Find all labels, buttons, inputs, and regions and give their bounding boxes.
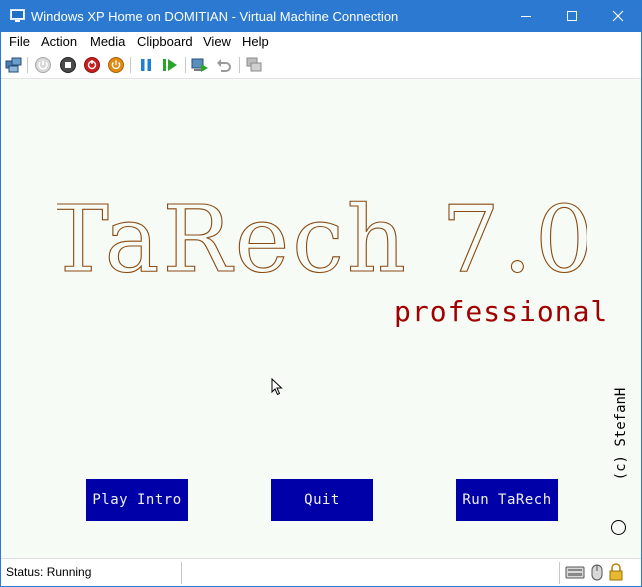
tarech-logo-title: TaRech 7.0 bbox=[57, 189, 587, 289]
play-intro-button[interactable]: Play Intro bbox=[86, 479, 188, 521]
resume-icon bbox=[163, 59, 177, 71]
menu-clipboard[interactable]: Clipboard bbox=[137, 34, 193, 50]
window-title: Windows XP Home on DOMITIAN - Virtual Ma… bbox=[31, 9, 399, 24]
pause-icon bbox=[141, 59, 151, 71]
run-tarech-button[interactable]: Run TaRech bbox=[456, 479, 558, 521]
mouse-cursor-icon bbox=[271, 378, 283, 396]
title-bar[interactable]: Windows XP Home on DOMITIAN - Virtual Ma… bbox=[1, 1, 641, 32]
maximize-button[interactable] bbox=[549, 1, 595, 32]
enhanced-session-icon bbox=[246, 57, 262, 72]
resume-button[interactable] bbox=[161, 56, 179, 74]
start-icon bbox=[35, 57, 51, 73]
toolbar-separator bbox=[185, 57, 186, 73]
status-separator bbox=[181, 562, 182, 584]
toolbar-separator bbox=[130, 57, 131, 73]
revert-icon bbox=[217, 59, 231, 72]
copyright-notice: (c) StefanH bbox=[606, 379, 636, 489]
logo-subtitle: professional bbox=[394, 295, 609, 328]
menu-help[interactable]: Help bbox=[242, 34, 269, 50]
menu-view[interactable]: View bbox=[203, 34, 231, 50]
turn-off-icon bbox=[60, 57, 76, 73]
menu-bar: File Action Media Clipboard View Help bbox=[1, 32, 641, 52]
vm-connection-window: Windows XP Home on DOMITIAN - Virtual Ma… bbox=[0, 0, 642, 587]
ctrl-alt-del-button[interactable] bbox=[5, 56, 23, 74]
shut-down-button[interactable] bbox=[83, 56, 101, 74]
start-button[interactable] bbox=[34, 56, 52, 74]
shut-down-icon bbox=[84, 57, 100, 73]
vm-app-icon bbox=[10, 9, 25, 22]
mouse-icon bbox=[591, 564, 603, 581]
revert-button[interactable] bbox=[215, 56, 233, 74]
lock-icon bbox=[609, 563, 623, 581]
save-state-button[interactable] bbox=[107, 56, 125, 74]
keyboard-icon bbox=[565, 566, 585, 579]
ctrl-alt-del-icon bbox=[5, 57, 22, 73]
minimize-icon bbox=[521, 16, 531, 17]
status-text: Status: Running bbox=[6, 565, 92, 579]
menu-media[interactable]: Media bbox=[90, 34, 125, 50]
enhanced-session-button[interactable] bbox=[245, 56, 263, 74]
logo-title-text: TaRech 7.0 bbox=[57, 189, 587, 289]
pause-button[interactable] bbox=[137, 56, 155, 74]
status-separator bbox=[559, 562, 560, 584]
toolbar-separator bbox=[239, 57, 240, 73]
power-icon bbox=[108, 57, 124, 73]
status-bar: Status: Running bbox=[1, 558, 641, 586]
menu-file[interactable]: File bbox=[9, 34, 30, 50]
circle-marker bbox=[611, 520, 626, 535]
quit-button[interactable]: Quit bbox=[271, 479, 373, 521]
checkpoint-icon bbox=[191, 58, 208, 72]
toolbar bbox=[1, 52, 641, 78]
toolbar-separator bbox=[27, 57, 28, 73]
checkpoint-button[interactable] bbox=[191, 56, 209, 74]
turn-off-button[interactable] bbox=[59, 56, 77, 74]
maximize-icon bbox=[567, 11, 577, 21]
vm-display[interactable]: TaRech 7.0 professional (c) StefanH Play… bbox=[1, 78, 641, 558]
close-icon bbox=[612, 10, 624, 22]
close-button[interactable] bbox=[595, 1, 641, 32]
minimize-button[interactable] bbox=[503, 1, 549, 32]
copyright-text: (c) StefanH bbox=[613, 387, 629, 481]
menu-action[interactable]: Action bbox=[41, 34, 77, 50]
